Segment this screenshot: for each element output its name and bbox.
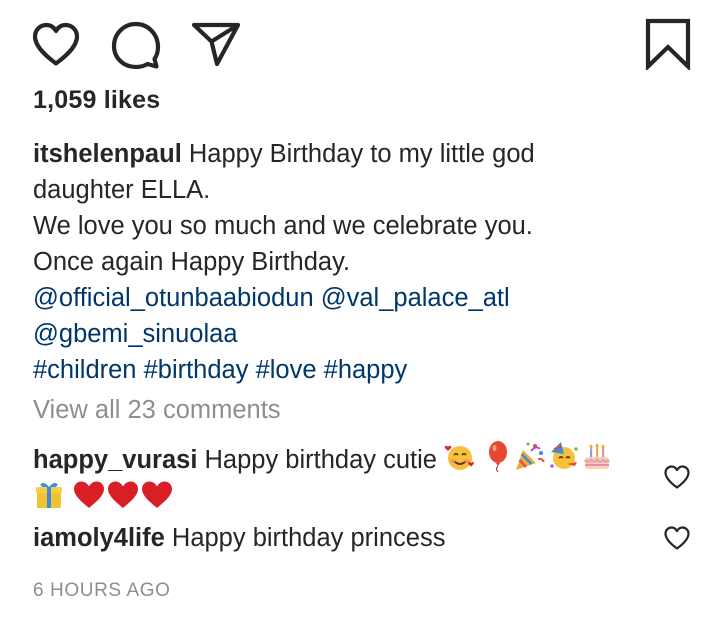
caption-text-1: Happy Birthday to my little god xyxy=(181,140,535,168)
comment-username[interactable]: iamoly4life xyxy=(33,524,165,552)
partying-face-icon xyxy=(547,440,581,472)
comment-item: iamoly4life Happy birthday princess xyxy=(33,520,653,556)
post-caption: itshelenpaul Happy Birthday to my little… xyxy=(33,136,673,388)
balloon-icon xyxy=(483,440,513,472)
caption-mentions-line: @official_otunbaabiodun @val_palace_atl xyxy=(33,280,673,316)
comment-item: happy_vurasi Happy birthday cutie xyxy=(33,440,653,516)
red-heart-icon xyxy=(140,480,174,510)
caption-line-2: daughter ELLA. xyxy=(33,176,211,204)
likes-count[interactable]: 1,059 likes xyxy=(33,86,160,115)
party-popper-icon xyxy=(513,440,547,472)
post-timestamp: 6 HOURS AGO xyxy=(33,580,171,601)
smiling-face-with-hearts-icon xyxy=(444,442,476,472)
hashtag-link[interactable]: #children xyxy=(33,356,136,384)
mention-link[interactable]: @val_palace_atl xyxy=(321,284,510,312)
caption-username[interactable]: itshelenpaul xyxy=(33,140,182,168)
caption-mentions-line-2: @gbemi_sinuolaa xyxy=(33,316,673,352)
comment-like-heart-icon[interactable] xyxy=(663,525,691,556)
bookmark-icon[interactable] xyxy=(645,18,691,70)
hashtag-link[interactable]: #birthday xyxy=(144,356,249,384)
hashtag-link[interactable]: #happy xyxy=(324,356,408,384)
share-paper-plane-icon[interactable] xyxy=(190,20,242,68)
comment-text: Happy birthday cutie xyxy=(197,446,445,474)
mention-link[interactable]: @official_otunbaabiodun xyxy=(33,284,314,312)
comment-bubble-icon[interactable] xyxy=(110,18,162,70)
like-heart-icon[interactable] xyxy=(30,20,82,68)
caption-line-4: Once again Happy Birthday. xyxy=(33,248,351,276)
hashtag-link[interactable]: #love xyxy=(256,356,317,384)
comment-text: Happy birthday princess xyxy=(164,524,446,552)
mention-link[interactable]: @gbemi_sinuolaa xyxy=(33,320,238,348)
comment-like-heart-icon[interactable] xyxy=(663,464,691,495)
view-all-comments-link[interactable]: View all 23 comments xyxy=(33,396,281,425)
post-action-bar xyxy=(0,0,720,90)
birthday-cake-icon xyxy=(581,440,613,472)
caption-line-1: itshelenpaul Happy Birthday to my little… xyxy=(33,136,673,172)
wrapped-gift-icon xyxy=(33,478,65,510)
red-heart-icon xyxy=(106,480,140,510)
caption-line-3: We love you so much and we celebrate you… xyxy=(33,212,533,240)
caption-hashtags-line: #children #birthday #love #happy xyxy=(33,352,673,388)
comment-username[interactable]: happy_vurasi xyxy=(33,446,197,474)
red-heart-icon xyxy=(72,480,106,510)
